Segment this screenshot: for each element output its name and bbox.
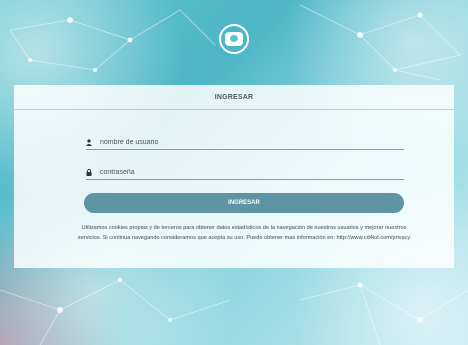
username-field: [86, 135, 404, 150]
login-title: INGRESAR: [14, 85, 454, 110]
username-input[interactable]: [98, 138, 390, 146]
password-input[interactable]: [98, 168, 390, 176]
user-icon: [86, 138, 98, 146]
cd-logo-icon: [219, 24, 249, 54]
login-panel: INGRESAR INGRESAR Utilizamos cookies pro…: [14, 85, 454, 268]
cookie-notice: Utilizamos cookies propias y de terceros…: [77, 225, 411, 241]
password-field: [86, 165, 404, 180]
login-button[interactable]: INGRESAR: [84, 193, 404, 213]
lock-icon: [86, 168, 98, 176]
